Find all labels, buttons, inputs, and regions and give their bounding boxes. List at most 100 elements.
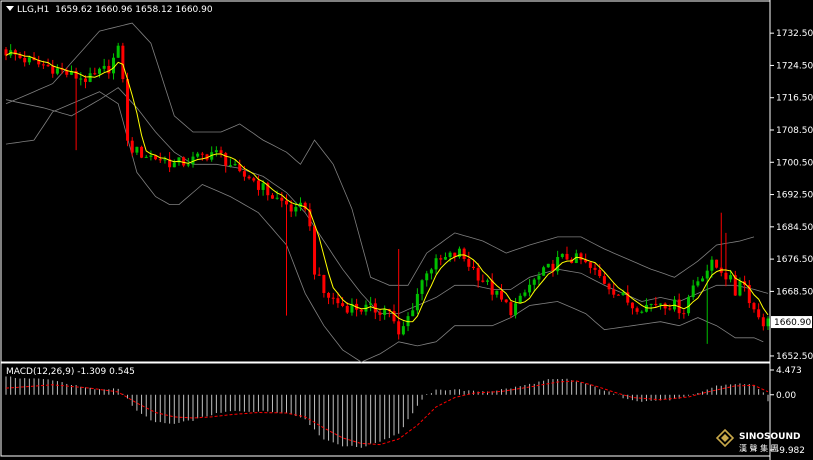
candle (383, 305, 387, 320)
high-value: 1660.96 (95, 5, 133, 15)
bollinger-bands (5, 22, 769, 363)
candle (705, 264, 709, 344)
candle (415, 288, 419, 315)
candle (602, 272, 606, 285)
candle (191, 151, 195, 168)
candle-body (252, 178, 256, 181)
candle (196, 151, 200, 159)
candle-body (46, 65, 50, 67)
candle (668, 304, 672, 311)
candle-body (233, 164, 237, 166)
chart-canvas: 1732.50 1724.50 1716.50 1708.50 1700.50 1692.… (0, 0, 813, 460)
chart-header: LLG,H1 1659.62 1660.96 1658.12 1660.90 (6, 5, 213, 15)
candle (18, 52, 22, 60)
candle-body (766, 318, 770, 327)
candle-body (612, 289, 616, 295)
candle-body (621, 292, 625, 295)
candle (144, 154, 148, 158)
candle (411, 303, 415, 317)
candle-body (182, 157, 186, 166)
candle (616, 293, 620, 296)
candle-body (93, 73, 97, 75)
candle-body (537, 275, 541, 280)
macd-signal-line (5, 380, 769, 446)
candle (696, 276, 700, 288)
candle-body (649, 303, 653, 305)
candle-body (532, 279, 536, 285)
candle (168, 152, 172, 173)
candle-body (579, 253, 583, 260)
macd-pane: 4.4730.00-9.982 (5, 366, 805, 456)
macd-label: MACD(12,26,9) (6, 367, 75, 377)
candle-body (715, 259, 719, 268)
price-tick-label: 1716.50 (776, 94, 813, 104)
candle (663, 302, 667, 315)
candle-body (83, 78, 87, 82)
candle (588, 261, 592, 274)
candle-body (682, 313, 686, 315)
candle (439, 254, 443, 266)
sinosound-logo: SINOSOUND 漢 聲 集 團 (716, 428, 800, 453)
candle-body (126, 79, 130, 141)
candle-body (289, 204, 293, 212)
symbol-label: LLG,H1 (17, 5, 50, 15)
candle (434, 254, 438, 275)
candle (429, 267, 433, 280)
candle-body (556, 257, 560, 272)
price-tick-label: 1732.50 (776, 29, 813, 39)
candle-body (443, 257, 447, 260)
candle-body (434, 258, 438, 270)
candle-body (256, 180, 260, 190)
price-tick-label: 1652.50 (776, 352, 813, 362)
close-value: 1660.90 (175, 5, 213, 15)
candle (630, 302, 634, 315)
candle (593, 263, 597, 275)
candle-body (88, 73, 92, 82)
candle (238, 159, 242, 173)
candle-body (158, 159, 162, 161)
candle (766, 316, 770, 331)
candle (331, 292, 335, 305)
candle (504, 299, 508, 304)
candle (752, 301, 756, 313)
candle-body (481, 280, 485, 282)
candle (518, 293, 522, 304)
candle-body (313, 226, 317, 275)
candle-body (341, 303, 345, 306)
candle (691, 279, 695, 300)
candle-body (523, 292, 527, 296)
candle (556, 250, 560, 275)
candle-body (331, 297, 335, 299)
candle (149, 150, 153, 161)
candle-body (467, 258, 471, 267)
logo-emblem-icon (716, 428, 735, 448)
candle-body (635, 308, 639, 312)
chart-frame (0, 0, 771, 460)
candle (673, 296, 677, 312)
candle-body (411, 310, 415, 317)
macd-tick-label: 4.473 (776, 366, 802, 376)
candle (761, 313, 765, 331)
candle-body (144, 156, 148, 158)
candle-body (560, 253, 564, 258)
candle (247, 175, 251, 180)
candle-body (495, 290, 499, 295)
candle (443, 252, 447, 260)
candle (37, 55, 41, 68)
candle-body (112, 57, 116, 74)
candle-body (673, 299, 677, 310)
candle-body (500, 290, 504, 300)
chevron-down-icon[interactable] (6, 6, 14, 11)
candle-body (327, 292, 331, 298)
candle-body (668, 308, 672, 310)
candle (425, 270, 429, 287)
candle-body (425, 273, 429, 281)
candle (317, 267, 321, 276)
candle (635, 306, 639, 315)
macd-tick-label: 0.00 (776, 391, 796, 401)
candle (546, 263, 550, 268)
candle (121, 42, 125, 83)
candle (401, 321, 405, 336)
candle-body (701, 278, 705, 282)
candle-body (322, 275, 326, 293)
